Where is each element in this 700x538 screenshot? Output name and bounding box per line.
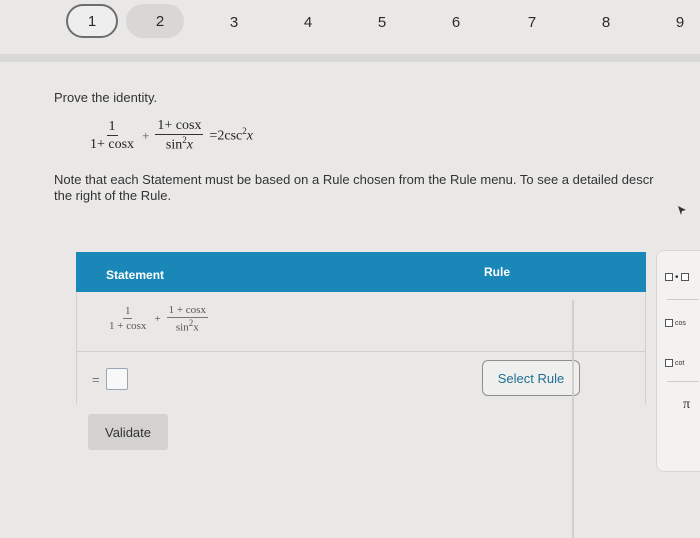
cot-button[interactable]: cot — [665, 349, 700, 377]
statement-input[interactable] — [105, 368, 128, 390]
box-icon — [665, 273, 673, 281]
header-divider — [0, 54, 700, 62]
step-9[interactable]: 9 — [652, 4, 700, 40]
fraction-2-numerator: 1+ cosx — [155, 118, 204, 136]
step-2[interactable]: 2 — [126, 4, 184, 38]
fraction-2: 1+ cosx sin2x — [155, 118, 204, 154]
panel-divider — [572, 300, 574, 538]
fraction-1-numerator: 1 — [106, 119, 118, 137]
statement-fraction-2: 1 + cosx sin2x — [166, 304, 208, 334]
fraction-1: 1 1+ cosx — [88, 119, 136, 153]
rule-header: Rule — [484, 265, 511, 279]
pi-button[interactable]: π — [683, 391, 700, 419]
box-dot-box-button[interactable]: • — [665, 263, 700, 291]
proof-table: Statement Rule 1 1 + cosx + 1 + cosx sin… — [76, 252, 646, 538]
fraction-2-denominator: sin2x — [165, 135, 193, 154]
identity-expression: 1 1+ cosx + 1+ cosx sin2x =2csc2x — [88, 118, 253, 153]
statement-expression: 1 1 + cosx + 1 + cosx sin2x — [107, 304, 208, 334]
statement-header: Statement — [106, 268, 165, 282]
plus-sign: + — [142, 127, 150, 143]
cos-button[interactable]: cos — [665, 309, 700, 337]
step-8[interactable]: 8 — [578, 4, 634, 40]
instruction-note: Note that each Statement must be based o… — [54, 172, 654, 203]
select-rule-button[interactable]: Select Rule — [482, 360, 580, 396]
prompt-text: Prove the identity. — [54, 90, 158, 105]
step-4[interactable]: 4 — [280, 4, 336, 40]
plus-sign: + — [154, 312, 161, 325]
statement-fraction-1: 1 1 + cosx — [109, 305, 147, 333]
box-icon — [665, 319, 673, 327]
table-header: Statement Rule — [76, 252, 646, 292]
statement-input-row: = — [92, 368, 128, 390]
table-row: 1 1 + cosx + 1 + cosx sin2x — [76, 292, 646, 352]
identity-rhs: =2csc2x — [209, 126, 253, 145]
equals-sign: = — [92, 371, 100, 387]
step-7[interactable]: 7 — [504, 4, 560, 40]
step-6[interactable]: 6 — [428, 4, 484, 40]
pi-icon: π — [683, 397, 691, 412]
step-3[interactable]: 3 — [206, 4, 262, 40]
box-icon — [680, 273, 689, 281]
step-1[interactable]: 1 — [66, 4, 118, 38]
palette-divider — [667, 299, 699, 300]
math-palette: • cos cot π — [656, 250, 700, 472]
step-navigation: 1 2 3 4 5 6 7 8 9 — [0, 0, 700, 46]
validate-button[interactable]: Validate — [88, 414, 168, 450]
fraction-1-denominator: 1+ cosx — [90, 137, 135, 153]
palette-divider — [667, 381, 699, 382]
step-5[interactable]: 5 — [354, 4, 410, 40]
box-icon — [665, 359, 673, 367]
mouse-cursor-icon — [678, 206, 686, 215]
